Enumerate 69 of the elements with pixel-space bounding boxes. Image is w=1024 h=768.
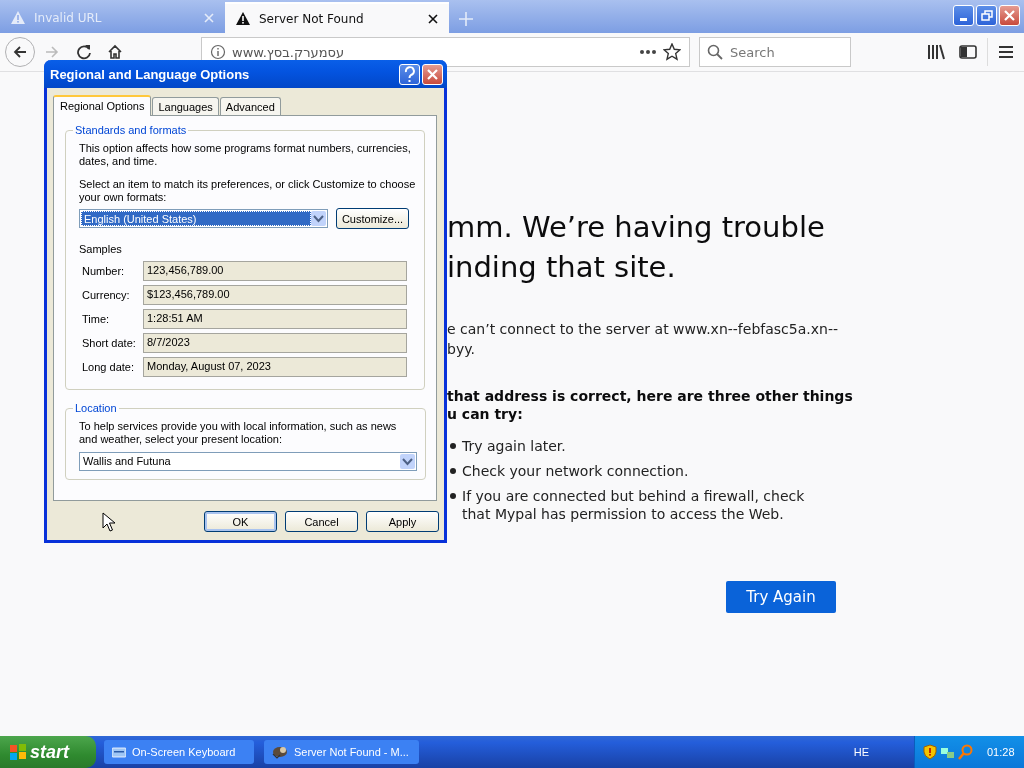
sample-field: Monday, August 07, 2023	[143, 357, 407, 377]
group-title: Standards and formats	[74, 124, 188, 136]
format-dropdown[interactable]: English (United States)	[79, 209, 328, 228]
help-button[interactable]	[399, 63, 420, 85]
reload-icon[interactable]	[76, 44, 92, 60]
description-text: This option affects how some programs format numbers, currencies, dates, and time.	[79, 142, 412, 168]
dialog-tab[interactable]: Regional Options	[53, 95, 152, 116]
sample-field: 1:28:51 AM	[143, 309, 407, 329]
taskbar-button[interactable]: Server Not Found - M...	[264, 740, 419, 764]
group-title: Location	[74, 402, 118, 414]
sample-label: Long date:	[82, 361, 135, 373]
location-dropdown[interactable]: Wallis and Futuna	[79, 452, 417, 471]
windows-flag-icon	[10, 744, 26, 760]
sample-field: $123,456,789.00	[143, 285, 407, 305]
sample-label: Short date:	[82, 337, 137, 349]
start-button[interactable]: start	[0, 736, 96, 768]
close-icon	[1004, 10, 1015, 21]
close-icon[interactable]	[427, 12, 439, 25]
sidebar-icon[interactable]	[959, 43, 977, 61]
warning-icon	[10, 10, 26, 25]
sample-label: Currency:	[82, 289, 131, 301]
library-icon[interactable]	[927, 43, 945, 61]
close-button[interactable]	[422, 63, 443, 85]
dialog-tab[interactable]: Advanced	[219, 97, 281, 115]
browser-tab[interactable]: Server Not Found	[225, 2, 449, 33]
sample-label: Number:	[82, 265, 126, 277]
warning-icon	[235, 11, 251, 26]
security-shield-icon[interactable]	[923, 744, 937, 760]
minimize-button[interactable]	[953, 5, 974, 26]
home-icon[interactable]	[107, 44, 123, 60]
try-again-button[interactable]: Try Again	[726, 581, 836, 613]
restore-button[interactable]	[976, 5, 997, 26]
info-icon[interactable]	[210, 44, 226, 60]
keyboard-icon	[112, 745, 126, 759]
dialog-title: Regional and Language Options	[50, 66, 251, 82]
address-bar[interactable]: www.עסמערק.בסץ	[201, 37, 690, 67]
search-field[interactable]: Search	[699, 37, 851, 67]
back-arrow-icon	[12, 44, 28, 60]
bullet-icon	[450, 493, 456, 499]
error-message: e can’t connect to the server at www.xn--febfasc5a.xn-- byy.	[447, 320, 838, 359]
customize-button[interactable]: Customize...	[336, 208, 409, 229]
minimize-icon	[960, 18, 967, 21]
more-icon[interactable]	[639, 47, 657, 57]
samples-label: Samples	[79, 243, 123, 255]
star-icon[interactable]	[663, 43, 681, 61]
restore-icon	[980, 10, 993, 21]
sample-label: Time:	[82, 313, 111, 325]
prompt-text: Select an item to match its preferences, or click Customize to choose your own formats:	[79, 178, 416, 204]
sample-field: 123,456,789.00	[143, 261, 407, 281]
description-text: To help services provide you with local information, such as news and weather, select your present location:	[79, 420, 398, 446]
dialog-tab[interactable]: Languages	[152, 97, 219, 115]
dialog-button[interactable]: Cancel	[285, 511, 358, 532]
language-indicator[interactable]: HE	[853, 746, 869, 758]
advice-text: that address is correct, here are three other things u can try:	[447, 387, 853, 423]
sample-field: 8/7/2023	[143, 333, 407, 353]
suggestion-text: Check your network connection.	[462, 462, 689, 480]
bullet-icon	[450, 443, 456, 449]
dialog-button[interactable]: OK	[204, 511, 277, 532]
suggestion-text: Try again later.	[462, 437, 566, 455]
bullet-icon	[450, 468, 456, 474]
taskbar-button[interactable]: On-Screen Keyboard	[104, 740, 254, 764]
suggestion-text: If you are connected but behind a firewall, check that Mypal has permission to access the Web.	[462, 487, 806, 523]
url-text: www.עסמערק.בסץ	[232, 44, 346, 60]
error-heading: mm. We’re having trouble inding that site.	[447, 209, 825, 286]
mouse-cursor-icon	[102, 512, 116, 532]
menu-icon[interactable]	[998, 43, 1014, 61]
dialog-button[interactable]: Apply	[366, 511, 439, 532]
clock: 01:28	[987, 746, 1015, 758]
close-button[interactable]	[999, 5, 1020, 26]
